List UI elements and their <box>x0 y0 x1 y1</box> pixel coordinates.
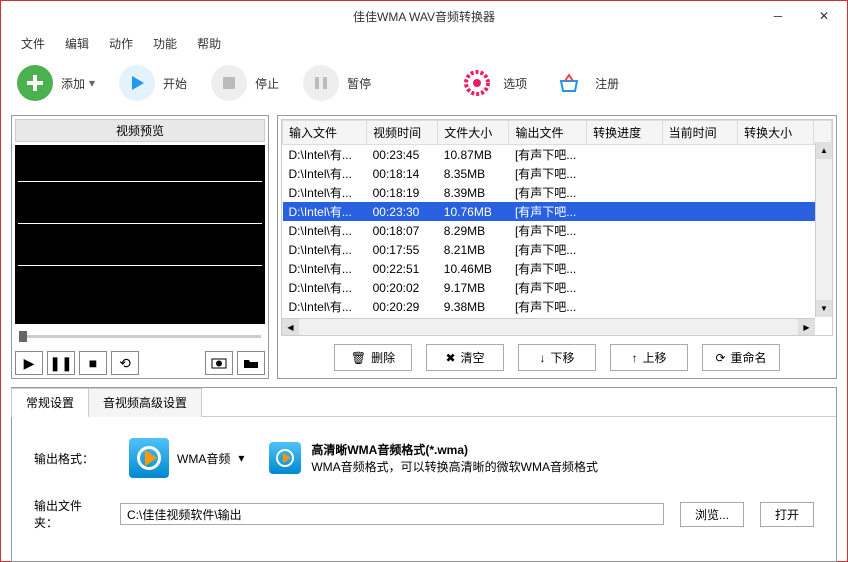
arrow-down-icon: ↓ <box>539 351 545 365</box>
titlebar: 佳佳WMA WAV音频转换器 ─ ✕ <box>1 1 847 31</box>
format-desc-icon <box>269 442 301 474</box>
format-desc: WMA音频格式，可以转换高清晰的微软WMA音频格式 <box>311 458 598 475</box>
col-outsize[interactable]: 转换大小 <box>738 121 814 145</box>
scroll-down-icon[interactable]: ▼ <box>816 300 832 317</box>
scroll-right-icon[interactable]: ▶ <box>798 319 815 335</box>
minimize-button[interactable]: ─ <box>755 1 801 31</box>
snapshot-button[interactable] <box>205 351 233 375</box>
pause-preview-button[interactable]: ❚❚ <box>47 351 75 375</box>
browse-button[interactable]: 浏览... <box>680 502 744 527</box>
start-button[interactable]: 开始 <box>119 65 187 101</box>
menu-function[interactable]: 功能 <box>143 32 187 55</box>
col-output[interactable]: 输出文件 <box>509 121 587 145</box>
col-progress[interactable]: 转换进度 <box>587 121 663 145</box>
preview-area <box>15 145 265 324</box>
move-down-button[interactable]: ↓下移 <box>518 344 596 371</box>
format-selector[interactable]: WMA音频 ▾ <box>120 435 253 481</box>
register-button[interactable]: 注册 <box>551 65 619 101</box>
menubar: 文件 编辑 动作 功能 帮助 <box>1 31 847 55</box>
options-button[interactable]: 选项 <box>459 65 527 101</box>
tab-general[interactable]: 常规设置 <box>11 388 89 417</box>
folder-input[interactable] <box>120 503 664 525</box>
move-up-button[interactable]: ↑上移 <box>610 344 688 371</box>
menu-action[interactable]: 动作 <box>99 32 143 55</box>
menu-file[interactable]: 文件 <box>11 32 55 55</box>
file-table[interactable]: 输入文件 视频时间 文件大小 输出文件 转换进度 当前时间 转换大小 D:\In… <box>281 119 833 336</box>
play-button[interactable]: ▶ <box>15 351 43 375</box>
add-button[interactable]: 添加 ▾ <box>17 65 95 101</box>
dropdown-icon: ▾ <box>89 76 95 90</box>
rename-button[interactable]: ⟳重命名 <box>702 344 780 371</box>
table-row[interactable]: D:\Intel\有...00:18:148.35MB[有声下吧... <box>283 164 832 183</box>
delete-button[interactable]: 🗑删除 <box>334 344 412 371</box>
horizontal-scrollbar[interactable]: ◀ ▶ <box>282 318 815 335</box>
table-row[interactable]: D:\Intel\有...00:20:299.38MB[有声下吧... <box>283 297 832 316</box>
table-row[interactable]: D:\Intel\有...00:18:078.29MB[有声下吧... <box>283 221 832 240</box>
gear-icon <box>459 65 495 101</box>
pause-icon <box>303 65 339 101</box>
open-button[interactable]: 打开 <box>760 502 814 527</box>
x-icon: ✖ <box>445 351 455 365</box>
stop-preview-button[interactable]: ■ <box>79 351 107 375</box>
preview-pane: 视频预览 ▶ ❚❚ ■ ⟲ <box>11 115 269 379</box>
col-time[interactable]: 视频时间 <box>367 121 438 145</box>
table-row[interactable]: D:\Intel\有...00:22:5110.46MB[有声下吧... <box>283 259 832 278</box>
table-row[interactable]: D:\Intel\有...00:20:029.17MB[有声下吧... <box>283 278 832 297</box>
basket-icon <box>551 65 587 101</box>
col-curtime[interactable]: 当前时间 <box>662 121 738 145</box>
scroll-left-icon[interactable]: ◀ <box>282 319 299 335</box>
format-label: 输出格式： <box>34 450 104 467</box>
table-row[interactable]: D:\Intel\有...00:18:198.39MB[有声下吧... <box>283 183 832 202</box>
preview-header: 视频预览 <box>15 119 265 142</box>
window-title: 佳佳WMA WAV音频转换器 <box>353 8 495 25</box>
vertical-scrollbar[interactable]: ▲ ▼ <box>815 142 832 317</box>
plus-icon <box>17 65 53 101</box>
folder-button[interactable] <box>237 351 265 375</box>
table-row[interactable]: D:\Intel\有...00:17:558.21MB[有声下吧... <box>283 240 832 259</box>
settings-pane: 常规设置 音视频高级设置 输出格式： WMA音频 ▾ 高清晰WMA音频格式(*.… <box>11 387 837 562</box>
stop-icon <box>211 65 247 101</box>
scroll-up-icon[interactable]: ▲ <box>816 142 832 159</box>
seek-slider[interactable] <box>15 327 265 345</box>
menu-edit[interactable]: 编辑 <box>55 32 99 55</box>
toolbar: 添加 ▾ 开始 停止 暂停 选项 注册 <box>1 55 847 111</box>
col-input[interactable]: 输入文件 <box>283 121 367 145</box>
tab-advanced[interactable]: 音视频高级设置 <box>88 388 202 417</box>
trash-icon: 🗑 <box>351 351 366 365</box>
dropdown-icon: ▾ <box>238 451 244 465</box>
folder-label: 输出文件夹： <box>34 497 104 531</box>
file-list-pane: 输入文件 视频时间 文件大小 输出文件 转换进度 当前时间 转换大小 D:\In… <box>277 115 837 379</box>
table-row[interactable]: D:\Intel\有...00:23:4510.87MB[有声下吧... <box>283 145 832 165</box>
rename-icon: ⟳ <box>715 351 725 365</box>
col-size[interactable]: 文件大小 <box>438 121 509 145</box>
table-row[interactable]: D:\Intel\有...00:23:3010.76MB[有声下吧... <box>283 202 832 221</box>
arrow-up-icon: ↑ <box>631 351 637 365</box>
stop-button[interactable]: 停止 <box>211 65 279 101</box>
format-icon <box>129 438 169 478</box>
format-title: 高清晰WMA音频格式(*.wma) <box>311 443 468 457</box>
pause-button[interactable]: 暂停 <box>303 65 371 101</box>
play-icon <box>119 65 155 101</box>
close-button[interactable]: ✕ <box>801 1 847 31</box>
clear-button[interactable]: ✖清空 <box>426 344 504 371</box>
menu-help[interactable]: 帮助 <box>187 32 231 55</box>
loop-button[interactable]: ⟲ <box>111 351 139 375</box>
